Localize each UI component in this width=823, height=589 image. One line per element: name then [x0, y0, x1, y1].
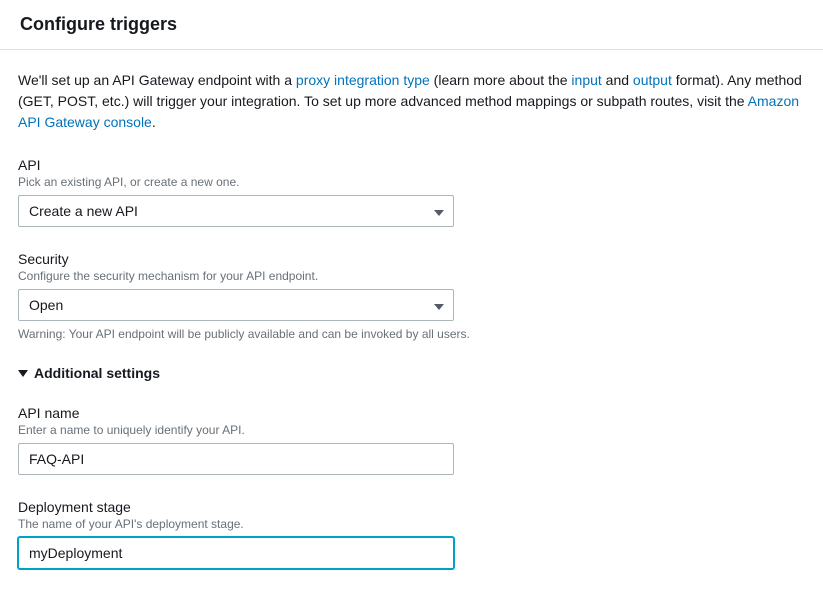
deployment-stage-input[interactable] — [18, 537, 454, 569]
deployment-stage-label: Deployment stage — [18, 499, 803, 515]
security-select[interactable]: Open — [18, 289, 454, 321]
api-label: API — [18, 157, 803, 173]
additional-settings-label: Additional settings — [34, 365, 160, 381]
caret-down-icon — [18, 365, 28, 381]
security-label: Security — [18, 251, 803, 267]
security-select-wrapper: Open — [18, 289, 454, 321]
api-select-wrapper: Create a new API — [18, 195, 454, 227]
security-warning: Warning: Your API endpoint will be publi… — [18, 327, 803, 341]
page-header: Configure triggers — [0, 0, 823, 50]
intro-text-3: and — [602, 72, 633, 88]
intro-text-2: (learn more about the — [430, 72, 572, 88]
intro-paragraph: We'll set up an API Gateway endpoint wit… — [18, 70, 803, 133]
intro-text-1: We'll set up an API Gateway endpoint wit… — [18, 72, 296, 88]
api-name-label: API name — [18, 405, 803, 421]
api-select[interactable]: Create a new API — [18, 195, 454, 227]
deployment-stage-field-group: Deployment stage The name of your API's … — [18, 499, 803, 569]
intro-text-5: . — [152, 114, 156, 130]
page-title: Configure triggers — [20, 14, 803, 35]
security-description: Configure the security mechanism for you… — [18, 269, 803, 283]
api-field-group: API Pick an existing API, or create a ne… — [18, 157, 803, 227]
api-name-field-group: API name Enter a name to uniquely identi… — [18, 405, 803, 475]
additional-settings-toggle[interactable]: Additional settings — [18, 365, 803, 381]
security-field-group: Security Configure the security mechanis… — [18, 251, 803, 341]
deployment-stage-description: The name of your API's deployment stage. — [18, 517, 803, 531]
api-description: Pick an existing API, or create a new on… — [18, 175, 803, 189]
api-name-input[interactable] — [18, 443, 454, 475]
output-link[interactable]: output — [633, 72, 672, 88]
content-area: We'll set up an API Gateway endpoint wit… — [0, 50, 823, 589]
api-name-description: Enter a name to uniquely identify your A… — [18, 423, 803, 437]
input-link[interactable]: input — [571, 72, 601, 88]
proxy-integration-link[interactable]: proxy integration type — [296, 72, 430, 88]
